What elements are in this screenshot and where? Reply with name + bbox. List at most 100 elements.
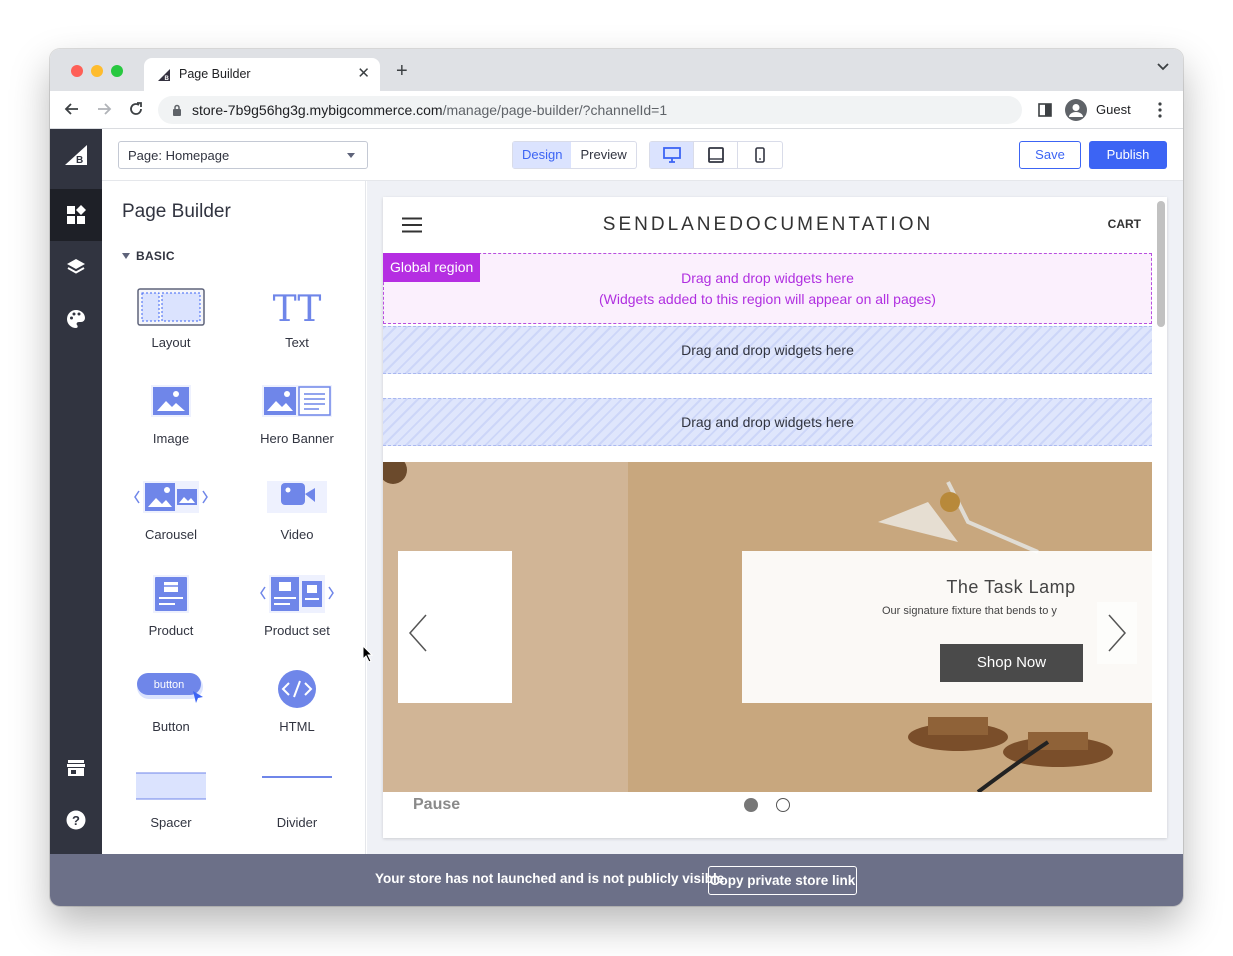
hero-carousel: The Task Lamp Our signature fixture that…	[383, 462, 1152, 792]
shop-now-button[interactable]: Shop Now	[940, 644, 1083, 682]
tablet-icon	[707, 147, 724, 163]
panel-title: Page Builder	[122, 201, 231, 222]
desktop-view-button[interactable]	[650, 142, 694, 168]
widget-label: Carousel	[144, 527, 198, 542]
widgets-icon	[67, 205, 86, 224]
carousel-icon	[134, 481, 208, 513]
back-arrow-icon[interactable]	[63, 100, 81, 118]
global-region-dropzone[interactable]: Global region Drag and drop widgets here…	[383, 253, 1152, 324]
carousel-pause-button[interactable]: Pause	[413, 796, 460, 814]
preview-canvas: SENDLANEDOCUMENTATION CART Global region…	[367, 181, 1183, 854]
hero-banner-icon	[262, 385, 332, 417]
close-window-button[interactable]	[71, 65, 83, 77]
store-header: SENDLANEDOCUMENTATION CART	[383, 197, 1153, 253]
layout-icon	[137, 288, 205, 326]
caret-down-icon	[122, 253, 130, 259]
widget-label: Product	[148, 623, 194, 638]
browser-tab[interactable]: B Page Builder ✕	[144, 58, 380, 91]
widget-dropzone[interactable]: Drag and drop widgets here	[383, 398, 1152, 446]
hero-banner-widget[interactable]: Hero Banner	[242, 379, 352, 459]
divider-widget[interactable]: Divider	[242, 763, 352, 843]
tablet-view-button[interactable]	[694, 142, 738, 168]
svg-text:?: ?	[72, 813, 80, 828]
product-widget[interactable]: Product	[116, 571, 226, 651]
layout-widget[interactable]: Layout	[116, 283, 226, 363]
layers-icon	[67, 259, 85, 274]
mobile-view-button[interactable]	[738, 142, 782, 168]
chevron-down-icon	[347, 153, 355, 158]
carousel-dot[interactable]	[776, 798, 790, 812]
url-text: store-7b9g56hg3g.mybigcommerce.com/manag…	[192, 102, 667, 118]
spacer-widget[interactable]: Spacer	[116, 763, 226, 843]
widget-label: Layout	[151, 335, 191, 350]
widget-label: Divider	[276, 815, 318, 830]
carousel-prev-button[interactable]	[398, 602, 438, 664]
builder-top-bar: Page: Homepage Design Preview Save Publi…	[102, 129, 1183, 181]
design-mode-button[interactable]: Design	[513, 142, 572, 168]
forward-arrow-icon[interactable]	[95, 100, 113, 118]
global-region-note: (Widgets added to this region will appea…	[599, 291, 936, 307]
launch-notice-bar: Your store has not launched and is not p…	[50, 854, 1183, 906]
html-code-icon	[278, 670, 316, 708]
carousel-dot-active[interactable]	[744, 798, 758, 812]
hero-slide-card: The Task Lamp Our signature fixture that…	[742, 551, 1152, 703]
minimize-window-button[interactable]	[91, 65, 103, 77]
widget-dropzone[interactable]: Drag and drop widgets here	[383, 326, 1152, 374]
url-host: store-7b9g56hg3g.mybigcommerce.com	[192, 102, 443, 118]
mode-toggle: Design Preview	[512, 141, 637, 169]
text-glyph: TT	[273, 289, 322, 329]
video-icon	[267, 481, 327, 513]
video-widget[interactable]: Video	[242, 475, 352, 555]
button-widget[interactable]: button Button	[116, 667, 226, 747]
address-bar[interactable]: store-7b9g56hg3g.mybigcommerce.com/manag…	[158, 96, 1022, 124]
copy-private-link-button[interactable]: Copy private store link	[708, 866, 857, 895]
storefront-nav-item[interactable]	[50, 742, 102, 794]
page-builder-app: B ? Page: Homepage Design Preview Save P…	[50, 129, 1183, 906]
help-icon: ?	[66, 810, 86, 830]
tab-search-chevron-icon[interactable]	[1157, 63, 1169, 71]
layers-nav-item[interactable]	[50, 241, 102, 293]
url-path: /manage/page-builder/?channelId=1	[442, 102, 668, 118]
maximize-window-button[interactable]	[111, 65, 123, 77]
storefront-icon	[67, 760, 85, 776]
side-panel-icon[interactable]	[1038, 103, 1052, 117]
image-widget[interactable]: Image	[116, 379, 226, 459]
product-set-widget[interactable]: Product set	[242, 571, 352, 651]
widgets-nav-item[interactable]	[50, 189, 102, 241]
tab-strip: B Page Builder ✕ +	[50, 49, 1183, 91]
product-icon	[153, 575, 189, 613]
new-tab-button[interactable]: +	[396, 60, 408, 83]
preview-mode-button[interactable]: Preview	[571, 142, 635, 168]
tab-title: Page Builder	[179, 67, 251, 81]
palette-icon	[67, 310, 85, 328]
bigcommerce-favicon-icon: B	[158, 69, 170, 82]
widget-label: Video	[280, 527, 314, 542]
cart-link[interactable]: CART	[1108, 217, 1141, 231]
page-select-dropdown[interactable]: Page: Homepage	[118, 141, 368, 169]
preview-scrollbar[interactable]	[1157, 201, 1165, 327]
text-widget[interactable]: TT Text	[242, 283, 352, 363]
browser-menu-icon[interactable]	[1158, 102, 1162, 118]
profile-avatar-icon	[1065, 99, 1087, 121]
help-nav-item[interactable]: ?	[50, 794, 102, 846]
left-nav-rail: B ?	[50, 129, 102, 854]
publish-button[interactable]: Publish	[1089, 141, 1167, 169]
reload-icon[interactable]	[127, 100, 145, 118]
html-widget[interactable]: HTML	[242, 667, 352, 747]
tab-close-icon[interactable]: ✕	[357, 64, 370, 82]
theme-styles-nav-item[interactable]	[50, 293, 102, 345]
page-select-value: Page: Homepage	[128, 148, 230, 163]
text-icon: TT	[273, 289, 322, 329]
save-button[interactable]: Save	[1019, 141, 1081, 169]
carousel-next-button[interactable]	[1097, 602, 1137, 664]
basic-section-toggle[interactable]: BASIC	[122, 249, 175, 263]
widget-label: Text	[285, 335, 309, 350]
spacer-icon	[136, 772, 206, 800]
mouse-cursor-icon	[362, 645, 374, 663]
bigcommerce-logo-icon[interactable]: B	[50, 129, 102, 181]
product-set-icon	[260, 575, 334, 613]
store-brand[interactable]: SENDLANEDOCUMENTATION	[383, 214, 1153, 236]
global-region-hint: Drag and drop widgets here	[681, 270, 854, 286]
profile-button[interactable]: Guest	[1065, 96, 1144, 124]
carousel-widget[interactable]: Carousel	[116, 475, 226, 555]
